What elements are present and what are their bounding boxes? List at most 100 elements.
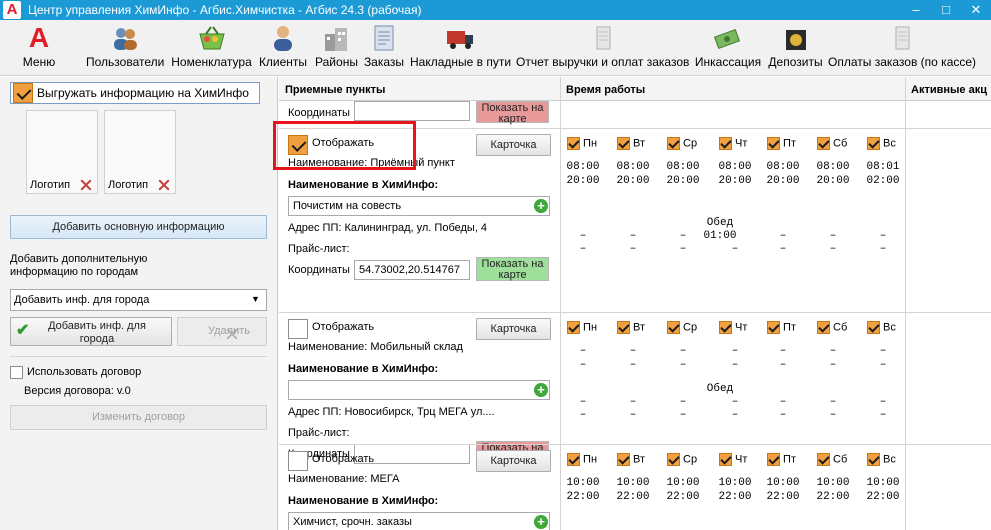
remove-logo-icon[interactable]: [157, 178, 171, 192]
day-checkbox[interactable]: [817, 453, 830, 466]
logo-slot-2[interactable]: Логотип: [104, 110, 176, 194]
export-toggle[interactable]: Выгружать информацию на ХимИнфо: [10, 82, 260, 104]
day-checkbox[interactable]: [767, 453, 780, 466]
lunch-end: –: [779, 243, 787, 255]
day-checkbox[interactable]: [767, 137, 780, 150]
add-icon[interactable]: +: [534, 199, 548, 213]
name-line: Наименование: МЕГА: [288, 473, 400, 485]
day-label: Вс: [880, 137, 896, 150]
toolbar-waybills-button[interactable]: Накладные в пути: [410, 24, 511, 74]
lunch-end: –: [629, 243, 637, 255]
day-toggle[interactable]: Ср: [667, 453, 697, 466]
day-toggle[interactable]: Вт: [617, 137, 645, 150]
change-contract-button[interactable]: Изменить договор: [10, 405, 267, 430]
display-checkbox[interactable]: [288, 451, 308, 471]
title-bar: A Центр управления ХимИнфо - Агбис.Химчи…: [0, 0, 991, 20]
day-checkbox[interactable]: [817, 321, 830, 334]
coords-label: Координаты: [288, 264, 350, 276]
day-toggle[interactable]: Пн: [567, 453, 597, 466]
day-toggle[interactable]: Ср: [667, 321, 697, 334]
add-city-info-button[interactable]: ✔ Добавить инф. для города: [10, 317, 172, 346]
himinfo-input[interactable]: Химчист, срочн. заказы: [288, 512, 550, 530]
day-label: Пн: [580, 137, 598, 150]
logo-slot-1[interactable]: Логотип: [26, 110, 98, 194]
day-checkbox[interactable]: [667, 453, 680, 466]
display-checkbox[interactable]: [288, 319, 308, 339]
show-on-map-button[interactable]: Показать на карте: [476, 101, 549, 125]
toolbar-users-button[interactable]: Пользователи: [86, 24, 164, 74]
day-checkbox[interactable]: [767, 321, 780, 334]
day-checkbox[interactable]: [567, 453, 580, 466]
day-toggle[interactable]: Чт: [719, 321, 747, 334]
delete-button[interactable]: Удалить: [177, 317, 267, 346]
toolbar-deposits-button[interactable]: Депозиты: [767, 24, 824, 74]
day-toggle[interactable]: Вт: [617, 453, 645, 466]
city-select-value: Добавить инф. для города: [14, 294, 150, 306]
day-checkbox[interactable]: [867, 321, 880, 334]
lunch-start: –: [579, 230, 587, 242]
day-toggle[interactable]: Вс: [867, 453, 896, 466]
maximize-button[interactable]: □: [931, 0, 961, 20]
day-toggle[interactable]: Чт: [719, 453, 747, 466]
day-checkbox[interactable]: [867, 453, 880, 466]
day-toggle[interactable]: Сб: [817, 453, 847, 466]
day-toggle[interactable]: Пн: [567, 321, 597, 334]
toolbar-payments-button[interactable]: Оплаты заказов (по кассе): [828, 24, 976, 74]
day-checkbox[interactable]: [567, 321, 580, 334]
himinfo-input[interactable]: Почистим на совесть: [288, 196, 550, 216]
add-icon[interactable]: +: [534, 383, 548, 397]
minimize-button[interactable]: –: [901, 0, 931, 20]
toolbar-collection-button[interactable]: Инкассация: [693, 24, 763, 74]
coords-input[interactable]: [354, 101, 470, 121]
remove-logo-icon[interactable]: [79, 178, 93, 192]
export-checkbox[interactable]: [13, 83, 33, 103]
start-time: 08:01: [866, 161, 900, 173]
add-main-info-button[interactable]: Добавить основную информацию: [10, 215, 267, 239]
day-checkbox[interactable]: [667, 321, 680, 334]
toolbar-orders-button[interactable]: Заказы: [363, 24, 405, 74]
day-toggle[interactable]: Вс: [867, 137, 896, 150]
day-checkbox[interactable]: [567, 137, 580, 150]
day-toggle[interactable]: Сб: [817, 321, 847, 334]
start-time: 10:00: [718, 477, 752, 489]
header-active[interactable]: Активные акц: [905, 77, 991, 101]
day-checkbox[interactable]: [667, 137, 680, 150]
day-checkbox[interactable]: [617, 453, 630, 466]
display-label: Отображать: [312, 453, 375, 465]
end-time: –: [679, 359, 687, 371]
toolbar-nomenclature-button[interactable]: Номенклатура: [170, 24, 253, 74]
close-button[interactable]: ✕: [961, 0, 991, 20]
day-toggle[interactable]: Пт: [767, 137, 796, 150]
use-contract-checkbox[interactable]: [10, 366, 23, 379]
day-toggle[interactable]: Пт: [767, 321, 796, 334]
toolbar-menu-button[interactable]: A Меню: [14, 24, 64, 74]
coords-input[interactable]: 54.73002,20.514767: [354, 260, 470, 280]
himinfo-input[interactable]: [288, 380, 550, 400]
show-on-map-button[interactable]: Показать на карте: [476, 257, 549, 281]
day-checkbox[interactable]: [719, 137, 732, 150]
card-button[interactable]: Карточка: [476, 450, 551, 472]
header-hours[interactable]: Время работы: [560, 77, 905, 101]
day-toggle[interactable]: Сб: [817, 137, 847, 150]
header-points[interactable]: Приемные пункты: [279, 77, 560, 101]
start-time: 10:00: [866, 477, 900, 489]
city-select[interactable]: Добавить инф. для города ▼: [10, 289, 267, 311]
day-toggle[interactable]: Ср: [667, 137, 697, 150]
day-toggle[interactable]: Вт: [617, 321, 645, 334]
day-checkbox[interactable]: [617, 137, 630, 150]
day-checkbox[interactable]: [719, 453, 732, 466]
day-checkbox[interactable]: [817, 137, 830, 150]
day-toggle[interactable]: Пт: [767, 453, 796, 466]
day-checkbox[interactable]: [719, 321, 732, 334]
add-icon[interactable]: +: [534, 515, 548, 529]
day-toggle[interactable]: Пн: [567, 137, 597, 150]
day-checkbox[interactable]: [867, 137, 880, 150]
day-toggle[interactable]: Вс: [867, 321, 896, 334]
day-checkbox[interactable]: [617, 321, 630, 334]
day-toggle[interactable]: Чт: [719, 137, 747, 150]
card-button[interactable]: Карточка: [476, 318, 551, 340]
toolbar-districts-button[interactable]: Районы: [314, 24, 359, 74]
card-button[interactable]: Карточка: [476, 134, 551, 156]
toolbar-revenue-report-button[interactable]: Отчет выручки и оплат заказов: [516, 24, 689, 74]
toolbar-clients-button[interactable]: Клиенты: [258, 24, 308, 74]
